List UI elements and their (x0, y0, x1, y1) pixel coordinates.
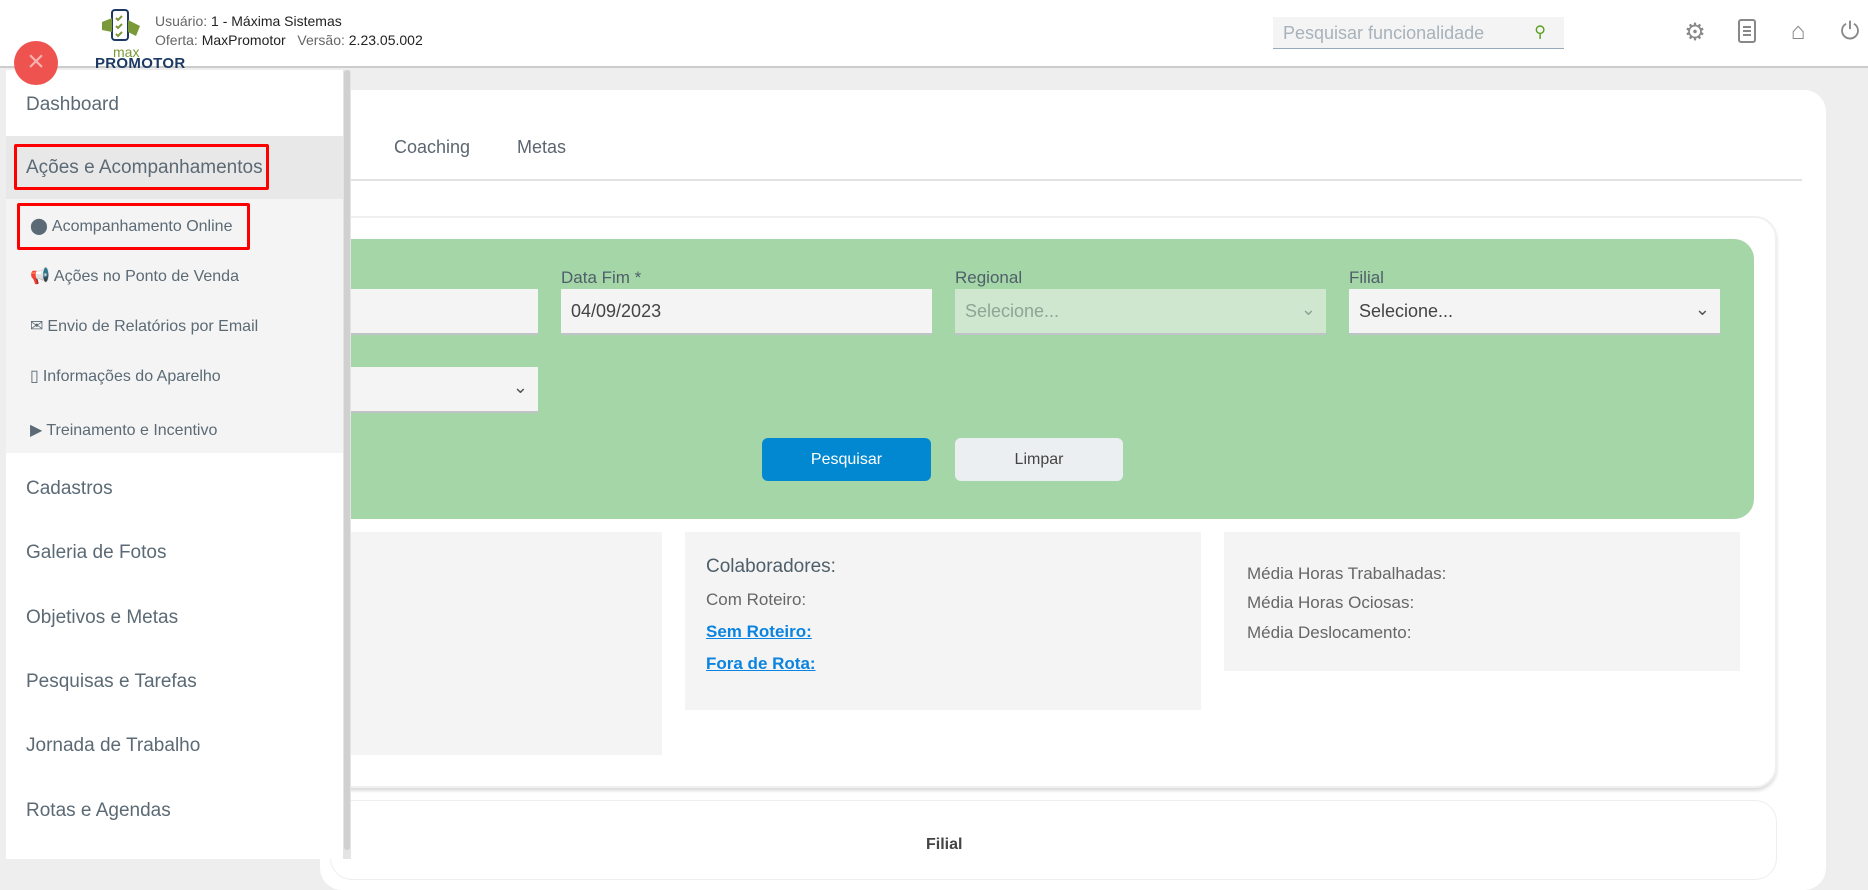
offer-info: Oferta: MaxPromotor Versão: 2.23.05.002 (155, 32, 423, 48)
document-icon[interactable] (1732, 18, 1762, 51)
search-icon[interactable]: ⚲ (1534, 22, 1546, 42)
results-card: Filial (330, 800, 1777, 880)
colaboradores-heading: Colaboradores: (706, 556, 836, 577)
top-header: max PROMOTOR Usuário: 1 - Máxima Sistema… (0, 0, 1868, 72)
fora-de-rota-link[interactable]: Fora de Rota: (706, 654, 816, 674)
stats-box-colaboradores: Colaboradores: Com Roteiro: Sem Roteiro:… (685, 532, 1201, 710)
chevron-down-icon: ⌄ (512, 377, 528, 397)
highlight-box (17, 203, 250, 250)
gears-icon[interactable]: ⚙ (1680, 18, 1710, 47)
data-fim-label: Data Fim * (561, 268, 642, 287)
chevron-down-icon: ⌄ (1694, 299, 1710, 319)
limpar-button[interactable]: Limpar (955, 438, 1123, 481)
media-deslocamento-label: Média Deslocamento: (1247, 623, 1412, 642)
submenu-item-acoes-ponto-venda[interactable]: 📢 Ações no Ponto de Venda (30, 266, 239, 286)
regional-label: Regional (955, 268, 1023, 287)
data-fim-input[interactable]: 04/09/2023 (561, 289, 932, 335)
sem-roteiro-link[interactable]: Sem Roteiro: (706, 622, 812, 642)
sidebar-item-galeria-fotos[interactable]: Galeria de Fotos (26, 542, 166, 564)
filial-select[interactable]: Selecione... ⌄ (1349, 289, 1720, 335)
tab-coaching[interactable]: Coaching (394, 137, 470, 158)
sidebar-item-pesquisas-tarefas[interactable]: Pesquisas e Tarefas (26, 671, 197, 693)
mobile-icon: ▯ (30, 368, 39, 385)
feature-search-input[interactable]: Pesquisar funcionalidade ⚲ (1273, 17, 1564, 49)
submenu-item-envio-relatorios[interactable]: ✉ Envio de Relatórios por Email (30, 316, 258, 336)
close-menu-button[interactable]: × (14, 41, 58, 85)
sidebar-item-objetivos-metas[interactable]: Objetivos e Metas (26, 607, 178, 629)
stats-box-medias: Média Horas Trabalhadas: Média Horas Oci… (1224, 532, 1740, 671)
pesquisar-button[interactable]: Pesquisar (762, 438, 931, 481)
bullhorn-icon: 📢 (30, 268, 50, 285)
media-horas-ociosas-label: Média Horas Ociosas: (1247, 593, 1415, 612)
media-horas-trabalhadas-label: Média Horas Trabalhadas: (1247, 564, 1447, 583)
sidebar-item-cadastros[interactable]: Cadastros (26, 478, 113, 500)
regional-select[interactable]: Selecione... ⌄ (955, 289, 1326, 335)
filial-label: Filial (1349, 268, 1384, 287)
tab-metas[interactable]: Metas (517, 137, 566, 158)
stats-box-1 (350, 532, 662, 755)
phone-check-icon (102, 9, 140, 41)
tab-divider (340, 179, 1802, 181)
sidebar-item-jornada-trabalho[interactable]: Jornada de Trabalho (26, 735, 200, 757)
submenu-item-informacoes-aparelho[interactable]: ▯ Informações do Aparelho (30, 366, 221, 386)
sidebar-scrollbar[interactable] (343, 70, 351, 859)
user-info: Usuário: 1 - Máxima Sistemas (155, 13, 342, 29)
data-inicio-input[interactable] (350, 289, 538, 335)
home-icon[interactable]: ⌂ (1783, 18, 1813, 46)
submenu-item-treinamento[interactable]: ▶ Treinamento e Incentivo (30, 420, 217, 440)
tv-play-icon: ▶ (30, 422, 43, 439)
secondary-select[interactable]: ⌄ (350, 367, 538, 413)
com-roteiro-label: Com Roteiro: (706, 590, 807, 609)
power-icon[interactable]: ⏻ (1835, 18, 1865, 46)
column-header-filial: Filial (926, 836, 963, 853)
sidebar-menu: Dashboard Ações e Acompanhamentos ⬤ Acomp… (6, 70, 343, 859)
sidebar-item-rotas-agendas[interactable]: Rotas e Agendas (26, 800, 171, 822)
sidebar-item-acoes-acompanhamentos[interactable]: Ações e Acompanhamentos (26, 157, 263, 179)
envelope-icon: ✉ (30, 318, 44, 335)
sidebar-item-dashboard[interactable]: Dashboard (26, 94, 119, 116)
maxpromotor-logo: max PROMOTOR (95, 8, 185, 72)
chevron-down-icon: ⌄ (1300, 299, 1316, 319)
